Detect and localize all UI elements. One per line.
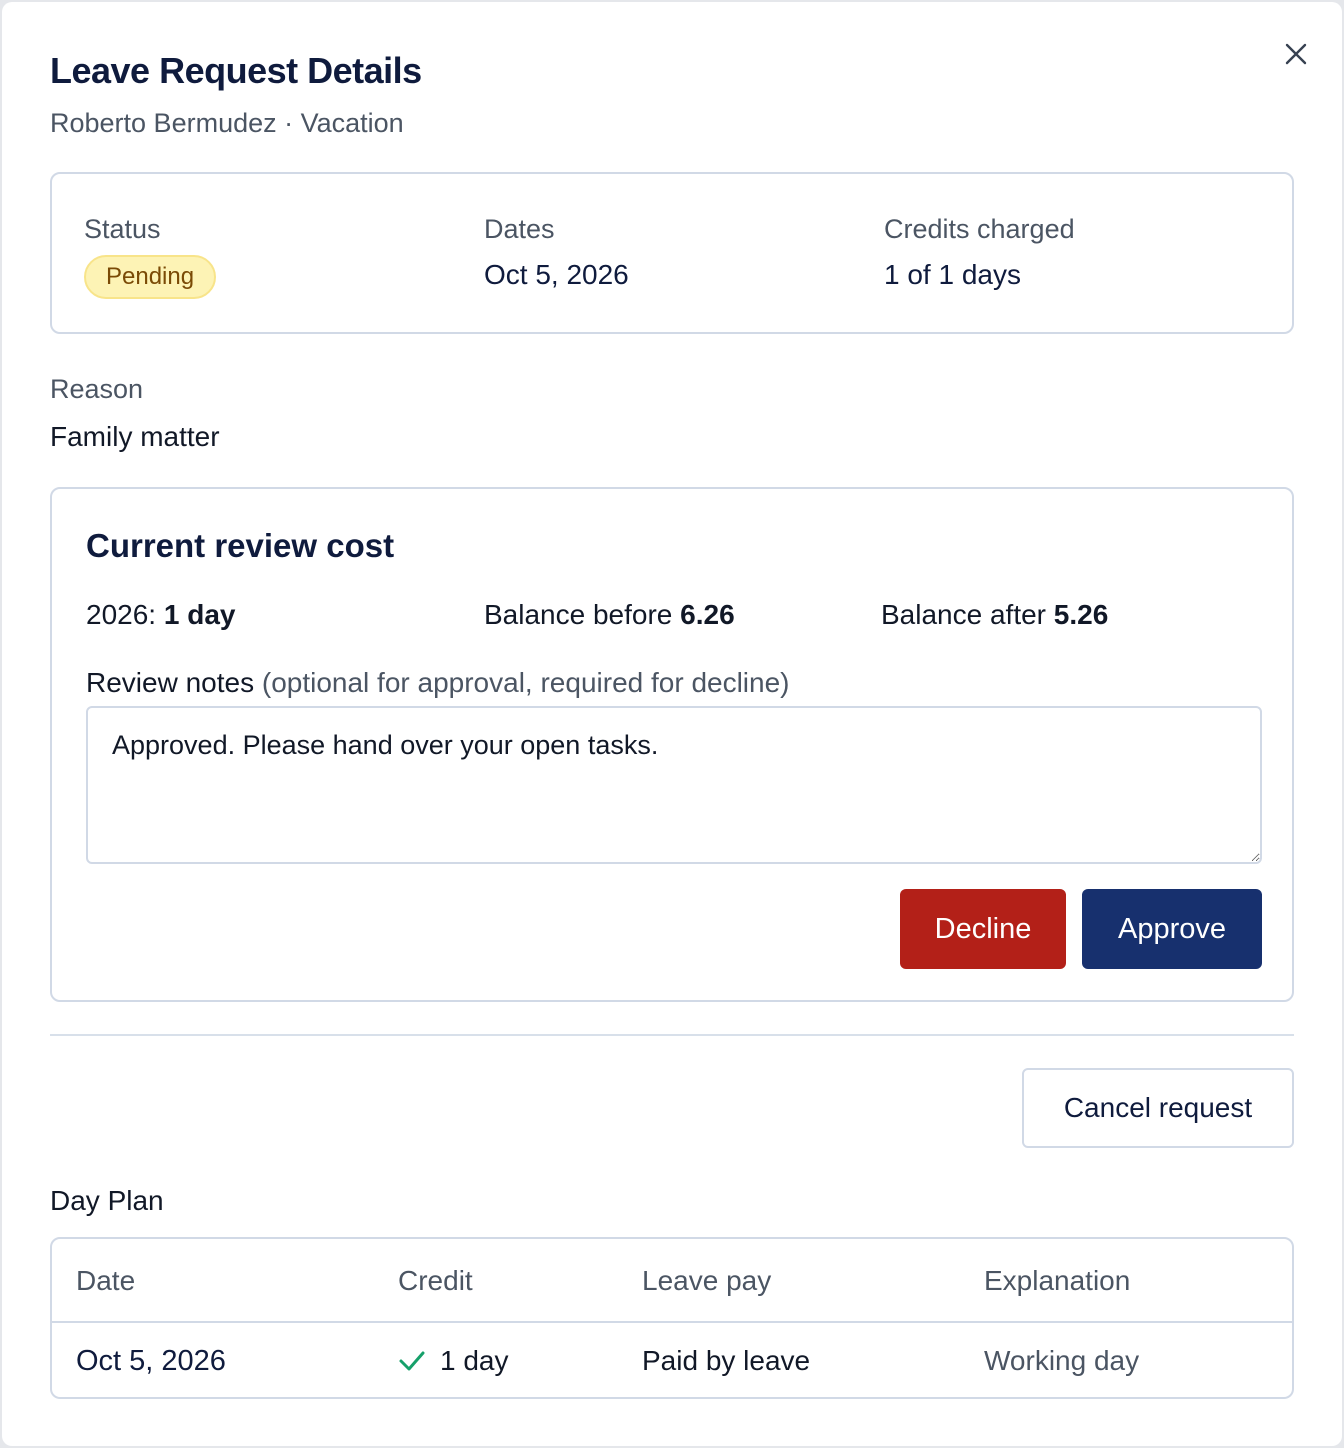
day-plan-title: Day Plan xyxy=(50,1185,164,1216)
review-notes-hint: (optional for approval, required for dec… xyxy=(261,667,790,698)
balance-after: Balance after 5.26 xyxy=(881,599,1108,631)
check-icon xyxy=(399,1351,425,1371)
column-header-leave-pay: Leave pay xyxy=(642,1265,772,1296)
table-row: Oct 5, 2026 1 day Paid by leave Working … xyxy=(52,1323,1292,1397)
dates-label: Dates xyxy=(484,214,555,244)
year-cost-value: 1 day xyxy=(163,599,236,630)
section-divider xyxy=(50,1034,1294,1036)
row-date: Oct 5, 2026 xyxy=(76,1345,226,1377)
year-cost-label: 2026: xyxy=(86,599,157,630)
row-leave-pay: Paid by leave xyxy=(642,1345,811,1376)
decline-button[interactable]: Decline xyxy=(900,889,1066,969)
year-cost: 2026: 1 day xyxy=(86,599,235,631)
status-badge: Pending xyxy=(84,255,217,299)
dates-section: Dates Oct 5, 2026 xyxy=(484,214,629,291)
balance-after-value: 5.26 xyxy=(1053,599,1109,630)
column-header-credit: Credit xyxy=(398,1265,473,1296)
close-icon xyxy=(1285,43,1307,65)
leave-request-dialog: Leave Request Details Roberto Bermudez ·… xyxy=(2,2,1342,1446)
credits-label: Credits charged xyxy=(884,214,1075,244)
balance-before: Balance before 6.26 xyxy=(484,599,735,631)
balance-before-label: Balance before xyxy=(484,599,673,630)
review-notes-label: Review notes (optional for approval, req… xyxy=(86,667,790,699)
credits-value: 1 of 1 days xyxy=(884,259,1021,290)
summary-card: Status Pending Dates Oct 5, 2026 Credits… xyxy=(50,172,1294,334)
reason-label: Reason xyxy=(50,374,144,404)
row-credit: 1 day xyxy=(398,1345,509,1377)
column-header-date: Date xyxy=(76,1265,136,1296)
balance-before-value: 6.26 xyxy=(680,599,735,630)
row-explanation: Working day xyxy=(984,1345,1140,1376)
status-section: Status Pending xyxy=(84,214,217,299)
table-header: Date Credit Leave pay Explanation xyxy=(52,1239,1292,1323)
balance-after-label: Balance after xyxy=(881,599,1046,630)
day-plan-table: Date Credit Leave pay Explanation Oct 5,… xyxy=(50,1237,1294,1399)
credits-section: Credits charged 1 of 1 days xyxy=(884,214,1075,291)
approve-button[interactable]: Approve xyxy=(1082,889,1262,969)
dates-value: Oct 5, 2026 xyxy=(484,259,629,290)
status-label: Status xyxy=(84,214,161,244)
cancel-request-button[interactable]: Cancel request xyxy=(1022,1068,1294,1148)
row-credit-value: 1 day xyxy=(440,1345,509,1376)
dialog-title: Leave Request Details xyxy=(50,50,422,91)
dialog-subtitle: Roberto Bermudez · Vacation xyxy=(50,108,404,138)
review-cost-card: Current review cost 2026: 1 day Balance … xyxy=(50,487,1294,1002)
review-notes-title: Review notes xyxy=(86,667,255,698)
column-header-explanation: Explanation xyxy=(984,1265,1131,1296)
reason-value: Family matter xyxy=(50,421,220,452)
review-notes-input[interactable]: Approved. Please hand over your open tas… xyxy=(86,706,1262,864)
review-cost-title: Current review cost xyxy=(86,527,395,564)
close-button[interactable] xyxy=(1282,40,1310,68)
